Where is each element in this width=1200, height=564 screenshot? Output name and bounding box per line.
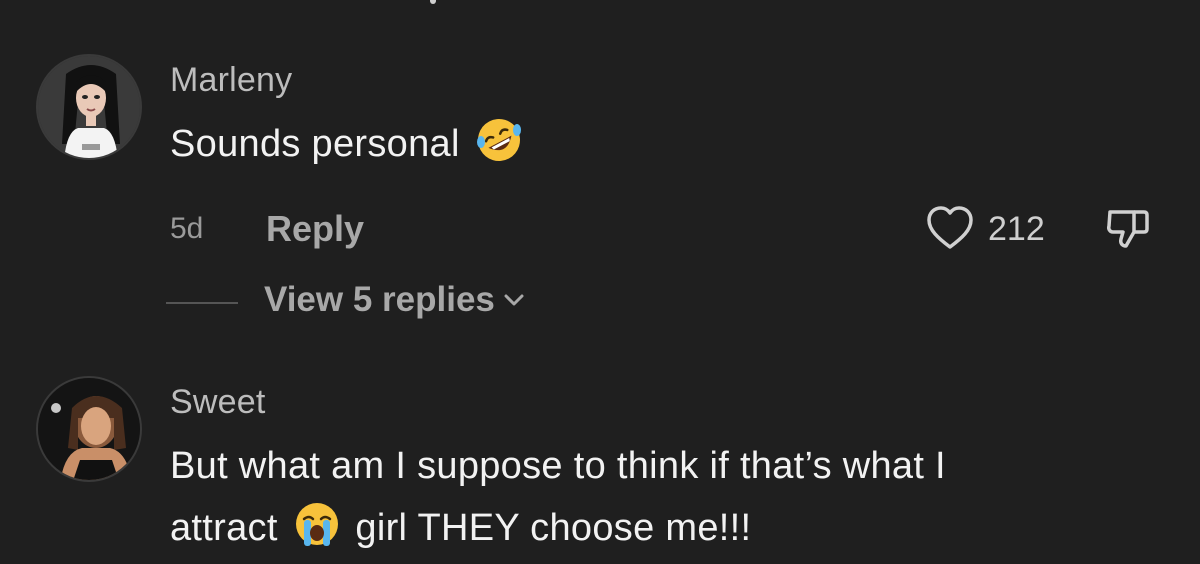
reply-button[interactable]: Reply (266, 208, 364, 250)
comment-text: Sounds personal (170, 115, 527, 173)
avatar[interactable] (36, 376, 142, 482)
like-count: 212 (988, 210, 1045, 248)
comment-text-segment: girl THEY choose me!!! (355, 507, 752, 549)
like-button[interactable] (922, 200, 978, 256)
thumbs-down-outline-icon (1107, 210, 1149, 248)
divider (166, 302, 238, 304)
comment-text-segment: attract (170, 507, 278, 549)
comment-username[interactable]: Marleny (170, 60, 292, 100)
chevron-down-icon (504, 294, 524, 306)
avatar-cartoon-girl-image (38, 56, 140, 158)
heart-outline-icon (927, 206, 973, 249)
comments-screen: Marleny Sounds personal 5d Reply 212 Vie… (0, 0, 1200, 564)
rolling-on-floor-laughing-emoji (476, 119, 521, 161)
comment-text-line-1: But what am I suppose to think if that’s… (170, 445, 946, 487)
comment-username[interactable]: Sweet (170, 382, 266, 422)
comment-actions: 5d Reply 212 (170, 206, 1170, 252)
comment-text-content: Sounds personal (170, 123, 460, 165)
dislike-button[interactable] (1100, 200, 1156, 256)
avatar[interactable] (36, 54, 142, 160)
comment-text-line-2: attract girl THEY choose me!!! (170, 499, 751, 557)
avatar-photo-image (38, 378, 140, 480)
previous-comment-fragment (430, 0, 436, 4)
view-replies-button[interactable]: View 5 replies (264, 280, 527, 320)
loudly-crying-face-emoji (295, 503, 338, 546)
view-replies-label: View 5 replies (264, 280, 495, 319)
comment-timestamp: 5d (170, 212, 204, 245)
